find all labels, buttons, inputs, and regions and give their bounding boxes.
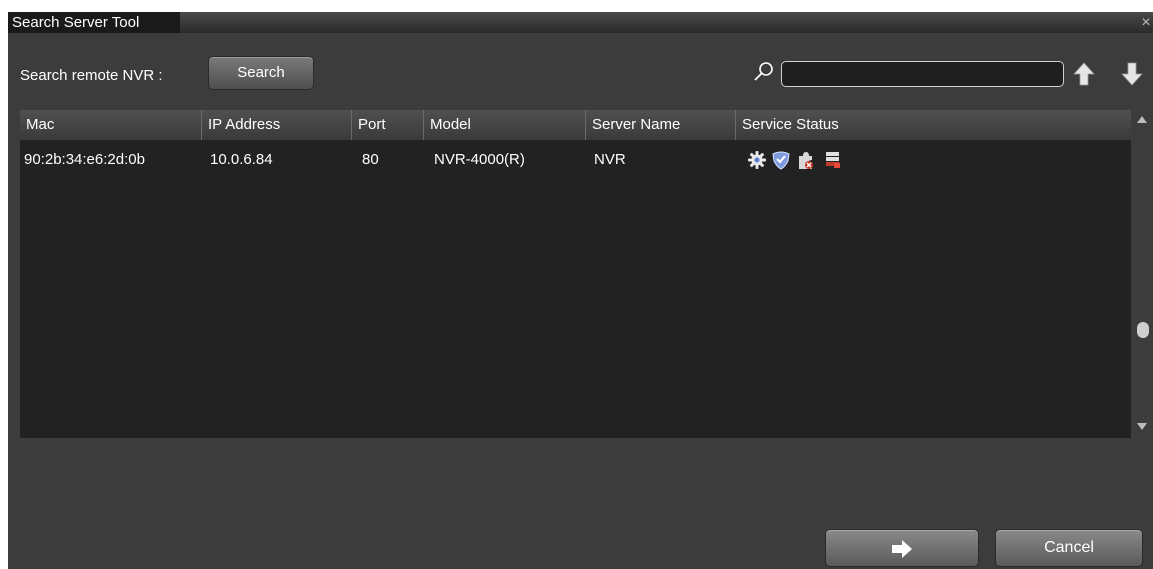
column-header-model[interactable]: Model	[424, 110, 586, 140]
arrow-down-icon[interactable]	[1119, 61, 1145, 87]
magnifier-icon	[754, 62, 773, 81]
cell-ip-address: 10.0.6.84	[210, 151, 273, 168]
table-header: Mac IP Address Port Model Server Name Se…	[20, 110, 1131, 140]
filter-input[interactable]	[781, 61, 1064, 87]
next-button[interactable]	[825, 529, 979, 567]
column-header-ip-address[interactable]: IP Address	[202, 110, 352, 140]
window-title: Search Server Tool	[8, 12, 180, 33]
table-row[interactable]: 90:2b:34:e6:2d:0b 10.0.6.84 80 NVR-4000(…	[20, 140, 1131, 180]
scroll-up-icon[interactable]	[1137, 116, 1147, 123]
column-header-mac[interactable]: Mac	[20, 110, 202, 140]
table-scrollbar[interactable]	[1135, 110, 1149, 438]
scroll-thumb[interactable]	[1137, 322, 1149, 338]
puzzle-icon[interactable]	[795, 150, 815, 170]
search-button[interactable]: Search	[208, 56, 314, 90]
search-server-tool-window: Search Server Tool × Search remote NVR :…	[8, 12, 1153, 569]
cell-port: 80	[362, 151, 379, 168]
column-header-port[interactable]: Port	[352, 110, 424, 140]
cell-model: NVR-4000(R)	[434, 151, 525, 168]
arrow-up-icon[interactable]	[1071, 61, 1097, 87]
cancel-button[interactable]: Cancel	[995, 529, 1143, 567]
cell-server-name: NVR	[594, 151, 626, 168]
server-icon[interactable]	[823, 150, 843, 170]
shield-icon[interactable]	[771, 150, 791, 170]
search-remote-nvr-label: Search remote NVR :	[20, 67, 163, 84]
gear-icon[interactable]	[747, 150, 767, 170]
scroll-down-icon[interactable]	[1137, 423, 1147, 430]
column-header-service-status[interactable]: Service Status	[736, 110, 1131, 140]
close-icon[interactable]: ×	[1139, 12, 1153, 33]
server-table: Mac IP Address Port Model Server Name Se…	[20, 110, 1131, 438]
title-bar: Search Server Tool ×	[8, 12, 1153, 33]
arrow-right-icon	[892, 540, 912, 558]
column-header-server-name[interactable]: Server Name	[586, 110, 736, 140]
cell-mac: 90:2b:34:e6:2d:0b	[24, 151, 145, 168]
